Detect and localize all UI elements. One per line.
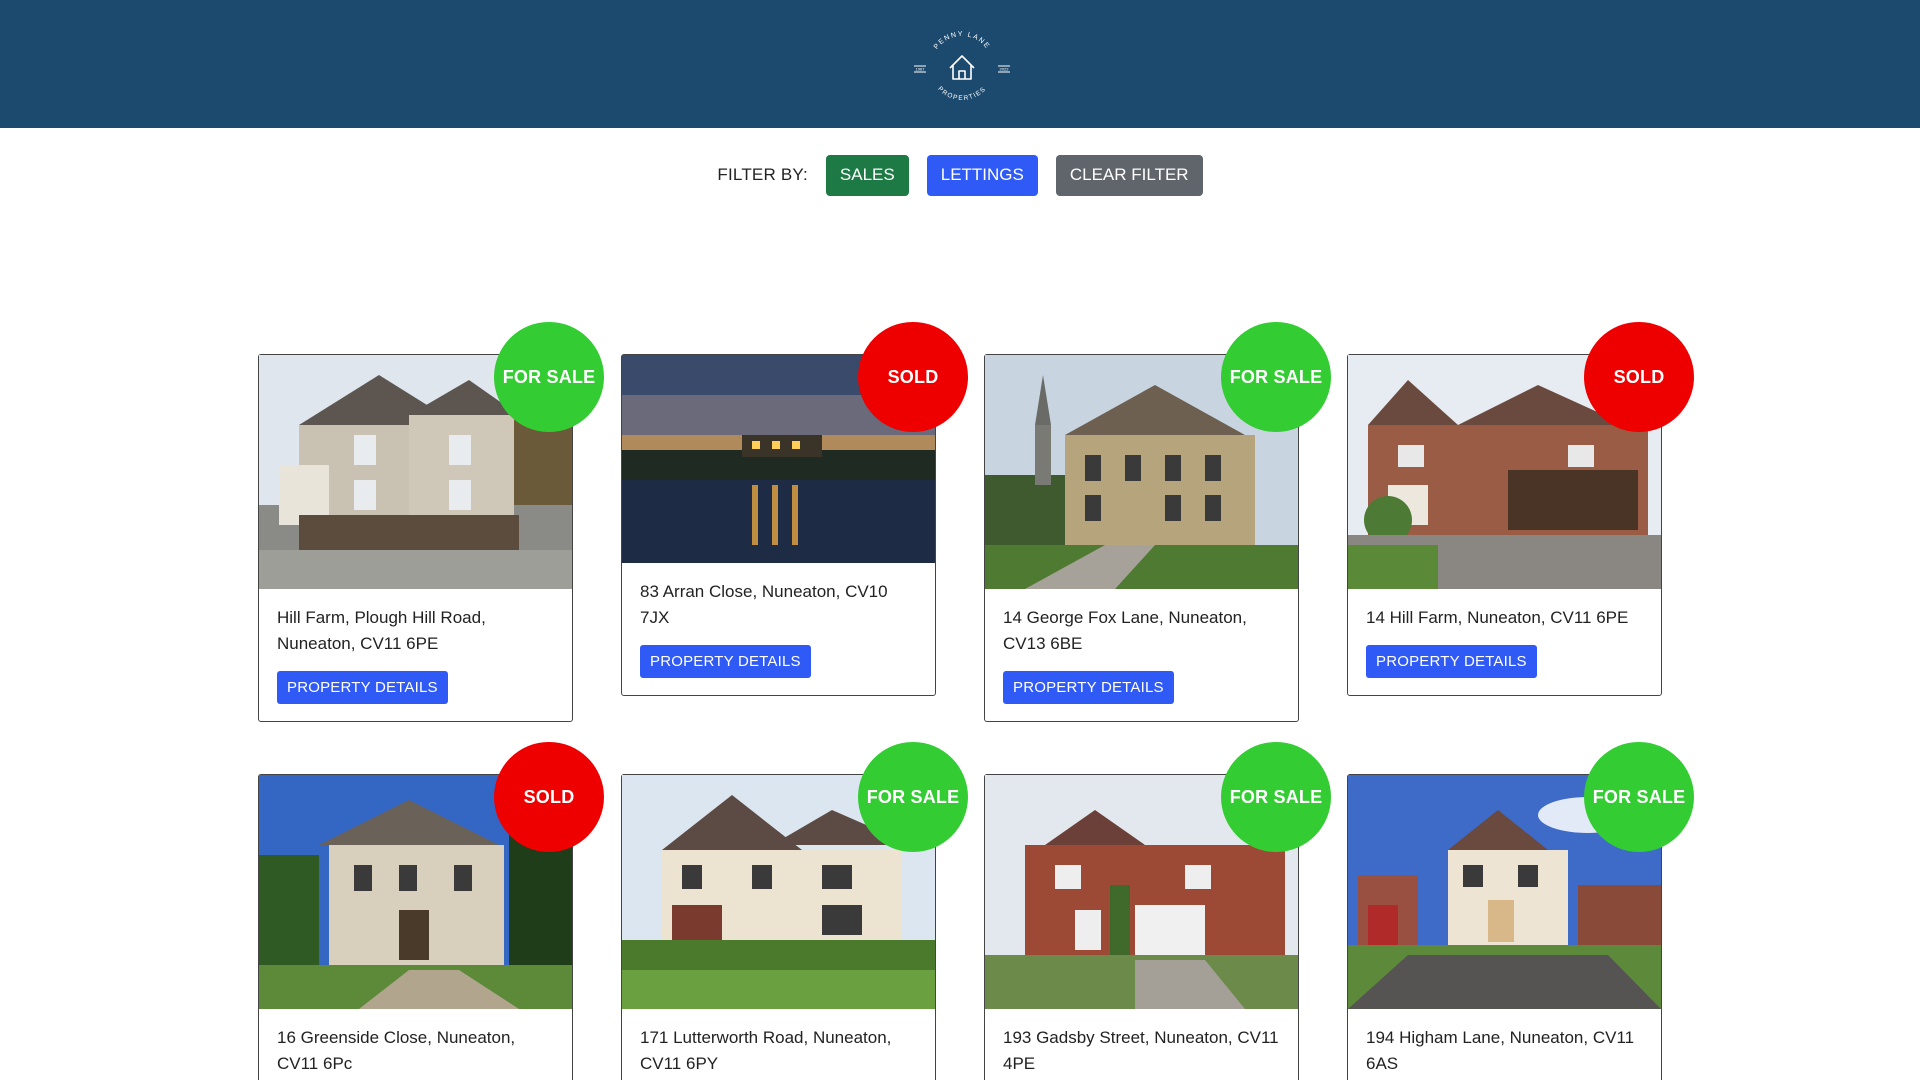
property-details-button[interactable]: PROPERTY DETAILS [1366,645,1537,678]
property-details-button[interactable]: PROPERTY DETAILS [1003,671,1174,704]
filter-label: FILTER BY: [717,165,808,184]
property-address: 193 Gadsby Street, Nuneaton, CV11 4PE [1003,1028,1279,1073]
property-address: 83 Arran Close, Nuneaton, CV10 7JX [640,582,888,627]
logo-year-right: 2022 [1000,67,1010,72]
status-badge: SOLD [1584,322,1694,432]
property-details-button[interactable]: PROPERTY DETAILS [640,645,811,678]
site-header: PENNY LANE PROPERTIES 1967 2022 [0,0,1920,128]
logo-subtitle: PROPERTIES [936,85,986,102]
clear-filter-button[interactable]: CLEAR FILTER [1055,154,1203,196]
logo-brand-name: PENNY LANE [933,31,990,51]
property-address: 171 Lutterworth Road, Nuneaton, CV11 6PY [640,1028,892,1073]
logo-year-left: 1967 [916,67,926,72]
filter-bar: FILTER BY: SALES LETTINGS CLEAR FILTER [0,154,1920,196]
status-badge: FOR SALE [858,742,968,852]
status-badge: SOLD [858,322,968,432]
property-address: Hill Farm, Plough Hill Road, Nuneaton, C… [277,608,486,653]
status-badge: FOR SALE [1221,742,1331,852]
property-address: 194 Higham Lane, Nuneaton, CV11 6AS [1366,1028,1635,1073]
penny-lane-logo[interactable]: PENNY LANE PROPERTIES 1967 2022 [910,24,1014,108]
status-badge: FOR SALE [1221,322,1331,432]
status-badge: FOR SALE [494,322,604,432]
property-address: 14 Hill Farm, Nuneaton, CV11 6PE [1366,608,1629,627]
status-badge: FOR SALE [1584,742,1694,852]
svg-text:PROPERTIES: PROPERTIES [936,85,987,102]
property-details-button[interactable]: PROPERTY DETAILS [277,671,448,704]
property-address: 16 Greenside Close, Nuneaton, CV11 6Pc [277,1028,516,1073]
status-badge: SOLD [494,742,604,852]
sales-filter-button[interactable]: SALES [825,154,909,196]
property-address: 14 George Fox Lane, Nuneaton, CV13 6BE [1003,608,1247,653]
lettings-filter-button[interactable]: LETTINGS [926,154,1038,196]
svg-text:PENNY LANE: PENNY LANE [933,31,991,51]
